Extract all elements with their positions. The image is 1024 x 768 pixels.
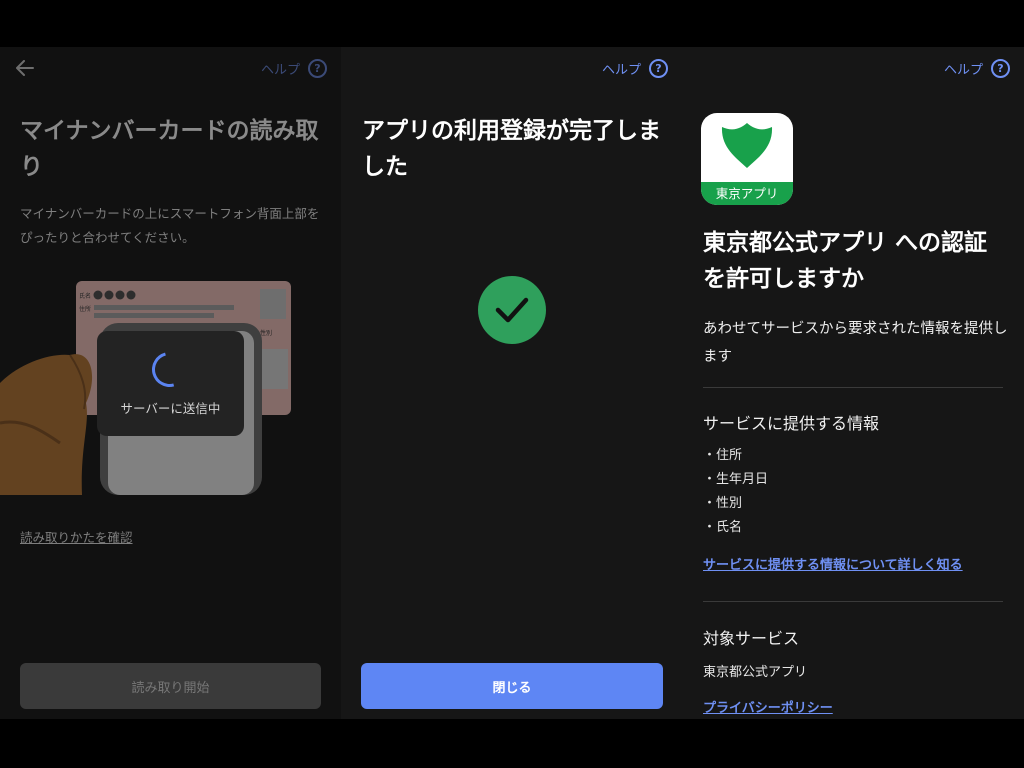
divider [703,601,1003,602]
page-description: マイナンバーカードの上にスマートフォン背面上部をぴったりと合わせてください。 [20,206,320,245]
target-service-name: 東京都公式アプリ [703,665,808,680]
list-item: ・性別 [703,496,743,511]
help-link[interactable]: ヘルプ ? [944,59,1010,78]
start-reading-button[interactable]: 読み取り開始 [20,663,321,709]
privacy-policy-link[interactable]: プライバシーポリシー [703,697,833,716]
divider [703,387,1003,388]
app-icon-label: 東京アプリ [701,182,793,205]
screens-container: ヘルプ ? マイナンバーカードの読み取り マイナンバーカードの上にスマートフォン… [0,47,1024,719]
info-list: ・住所 ・生年月日 ・性別 ・氏名 [703,444,768,540]
card-reading-screen: ヘルプ ? マイナンバーカードの読み取り マイナンバーカードの上にスマートフォン… [0,47,341,719]
sending-dialog: サーバーに送信中 [97,331,244,436]
help-label: ヘルプ [943,63,983,78]
tokyo-app-icon: 東京アプリ [701,113,793,205]
help-label: ヘルプ [260,63,300,78]
checkmark-icon [495,297,529,323]
auth-consent-screen: ヘルプ ? 東京アプリ 東京都公式アプリ への認証を許可しますか あわせてサービ… [682,47,1024,719]
question-circle-icon: ? [308,59,327,78]
page-title: アプリの利用登録が完了しました [362,118,661,180]
help-label: ヘルプ [601,63,641,78]
target-service-heading: 対象サービス [703,629,800,648]
question-circle-icon: ? [649,59,668,78]
info-section-heading: サービスに提供する情報 [703,414,880,433]
list-item: ・生年月日 [703,472,769,487]
card-label-sex: 性別 [260,329,272,337]
registration-complete-screen: ヘルプ ? アプリの利用登録が完了しました 閉じる [341,47,682,719]
arrow-left-icon[interactable] [15,59,35,77]
help-link[interactable]: ヘルプ ? [602,59,668,78]
question-circle-icon: ? [991,59,1010,78]
card-label-name: 氏名 [79,292,91,300]
card-label-address: 住所 [79,305,91,313]
check-circle-icon [478,276,546,344]
loading-spinner-icon [145,345,194,394]
ginkgo-leaf-icon [721,123,773,168]
page-subtitle: あわせてサービスから要求された情報を提供します [703,321,1008,365]
help-link[interactable]: ヘルプ ? [261,59,327,78]
list-item: ・氏名 [703,520,743,535]
info-details-link[interactable]: サービスに提供する情報について詳しく知る [703,554,963,573]
sending-status-text: サーバーに送信中 [120,401,221,416]
how-to-read-link[interactable]: 読み取りかたを確認 [20,527,133,546]
page-title: 東京都公式アプリ への認証を許可しますか [703,230,988,292]
close-button[interactable]: 閉じる [361,663,663,709]
page-title: マイナンバーカードの読み取り [20,118,319,180]
list-item: ・住所 [703,448,743,463]
